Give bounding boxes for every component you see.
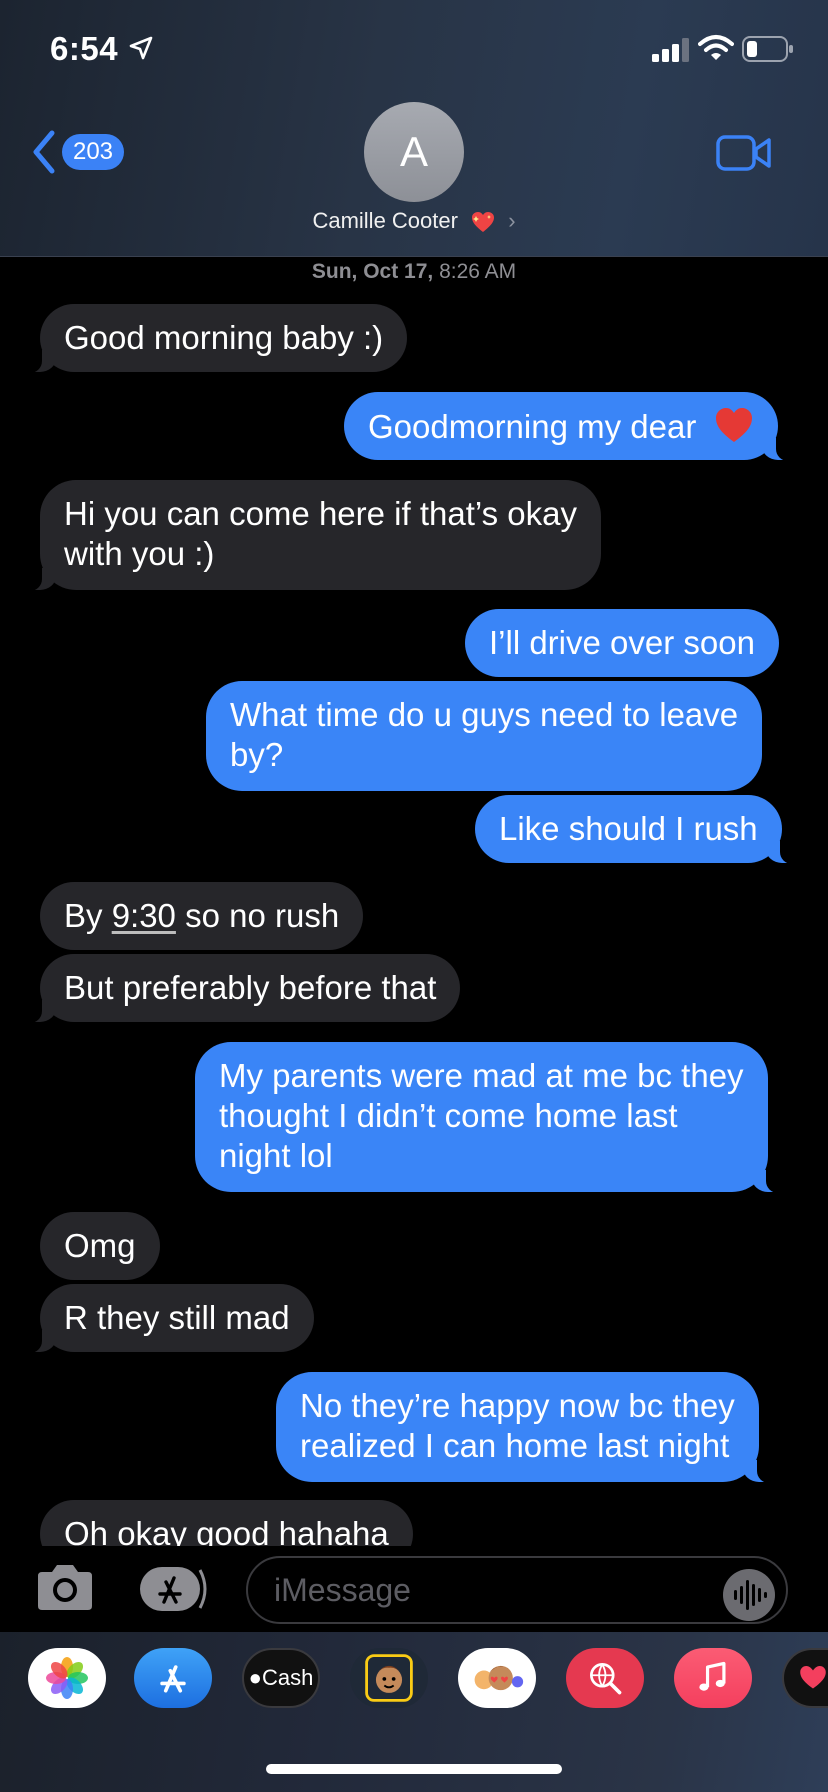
battery-icon xyxy=(742,36,793,62)
message-text: Goodmorning my dear xyxy=(368,408,697,445)
imessage-input[interactable]: iMessage xyxy=(246,1556,788,1624)
message-text-line: night lol xyxy=(219,1137,333,1174)
memoji-sticker-icon xyxy=(474,1665,524,1691)
message-text: Like should I rush xyxy=(499,810,758,847)
outgoing-message-bubble[interactable]: My parents were mad at me bc they though… xyxy=(195,1042,782,1193)
photos-flower-icon xyxy=(46,1657,88,1699)
app-store-icon[interactable] xyxy=(138,1564,212,1614)
chevron-left-icon xyxy=(33,130,55,174)
web-search-app-icon[interactable] xyxy=(566,1648,644,1708)
apple-cash-label: ●Cash xyxy=(249,1665,314,1691)
message-text-line: Hi you can come here if that’s okay xyxy=(64,495,577,532)
incoming-message-bubble[interactable]: By 9:30 so no rush xyxy=(40,882,364,950)
message-text: Omg xyxy=(64,1227,136,1264)
message-text-line: No they’re happy now bc they xyxy=(300,1387,735,1424)
timestamp-time: 8:26 AM xyxy=(439,260,517,283)
memoji-stickers-app-icon[interactable] xyxy=(458,1648,536,1708)
timestamp-day: Sun, Oct 17, xyxy=(311,260,434,283)
outgoing-message-bubble[interactable]: Like should I rush xyxy=(475,795,796,864)
incoming-message-bubble[interactable]: Omg xyxy=(40,1212,160,1280)
contact-name-button[interactable]: Camille Cooter › xyxy=(0,208,828,235)
incoming-message-bubble[interactable]: R they still mad xyxy=(26,1284,314,1353)
message-timestamp: Sun, Oct 17, 8:26 AM xyxy=(0,260,828,284)
contact-avatar[interactable]: A xyxy=(364,102,464,202)
digital-touch-heart-icon xyxy=(800,1666,826,1689)
contact-name: Camille Cooter xyxy=(312,208,458,233)
time-link[interactable]: 9:30 xyxy=(112,897,176,934)
apple-cash-app-icon[interactable]: ●Cash xyxy=(242,1648,320,1708)
status-time: 6:54 xyxy=(50,30,119,67)
unread-count-badge: 203 xyxy=(62,134,124,170)
music-app-icon[interactable] xyxy=(674,1648,752,1708)
music-note-icon xyxy=(699,1661,726,1691)
chevron-right-icon: › xyxy=(508,208,516,233)
camera-icon[interactable] xyxy=(34,1562,96,1614)
red-heart-icon xyxy=(715,408,752,442)
app-store-a-icon xyxy=(160,1665,186,1693)
outgoing-message-bubble[interactable]: What time do u guys need to leave by? xyxy=(206,681,763,791)
message-text-line: What time do u guys need to leave xyxy=(230,696,739,733)
status-bar: 6:54 xyxy=(0,0,828,96)
audio-waveform-icon[interactable] xyxy=(722,1568,776,1622)
globe-search-icon xyxy=(590,1663,622,1695)
message-text-line: thought I didn’t come home last xyxy=(219,1097,678,1134)
outgoing-message-bubble[interactable]: Goodmorning my dear xyxy=(344,392,791,461)
location-arrow-icon xyxy=(129,36,153,60)
incoming-message-bubble[interactable]: But preferably before that xyxy=(25,954,461,1023)
message-text: I’ll drive over soon xyxy=(489,624,755,661)
home-indicator[interactable] xyxy=(266,1764,562,1774)
photos-app-icon[interactable] xyxy=(28,1648,106,1708)
message-text: Good morning baby :) xyxy=(64,319,384,356)
outgoing-message-bubble[interactable]: No they’re happy now bc they realized I … xyxy=(276,1372,773,1483)
cellular-signal-icon xyxy=(652,38,689,62)
back-button[interactable]: 203 xyxy=(30,128,130,176)
app-store-app-icon[interactable] xyxy=(134,1648,212,1708)
wifi-icon xyxy=(698,35,734,60)
incoming-message-bubble[interactable]: Good morning baby :) xyxy=(25,304,408,373)
incoming-message-bubble[interactable]: Hi you can come here if that’s okay with… xyxy=(26,480,601,591)
message-text-prefix: By xyxy=(64,897,112,934)
message-text-suffix: so no rush xyxy=(175,897,340,934)
message-text-line: My parents were mad at me bc they xyxy=(219,1057,744,1094)
video-camera-icon[interactable] xyxy=(716,134,772,172)
animoji-app-icon[interactable] xyxy=(350,1648,428,1708)
message-text-line: with you :) xyxy=(64,535,215,572)
message-text: R they still mad xyxy=(64,1299,290,1336)
cash-label: Cash xyxy=(261,1665,314,1690)
message-text: But preferably before that xyxy=(64,969,437,1006)
avatar-initial: A xyxy=(399,128,428,175)
message-text-line: by? xyxy=(230,736,284,773)
conversation-header: 6:54 203 A Camille Cooter › xyxy=(0,0,828,257)
message-text-line: realized I can home last night xyxy=(300,1427,730,1464)
outgoing-message-bubble[interactable]: I’ll drive over soon xyxy=(465,609,779,677)
animoji-face-icon xyxy=(365,1654,413,1702)
sparkling-heart-icon xyxy=(472,212,495,233)
apple-logo-icon: ● xyxy=(248,1665,262,1690)
imessage-placeholder: iMessage xyxy=(274,1572,411,1608)
